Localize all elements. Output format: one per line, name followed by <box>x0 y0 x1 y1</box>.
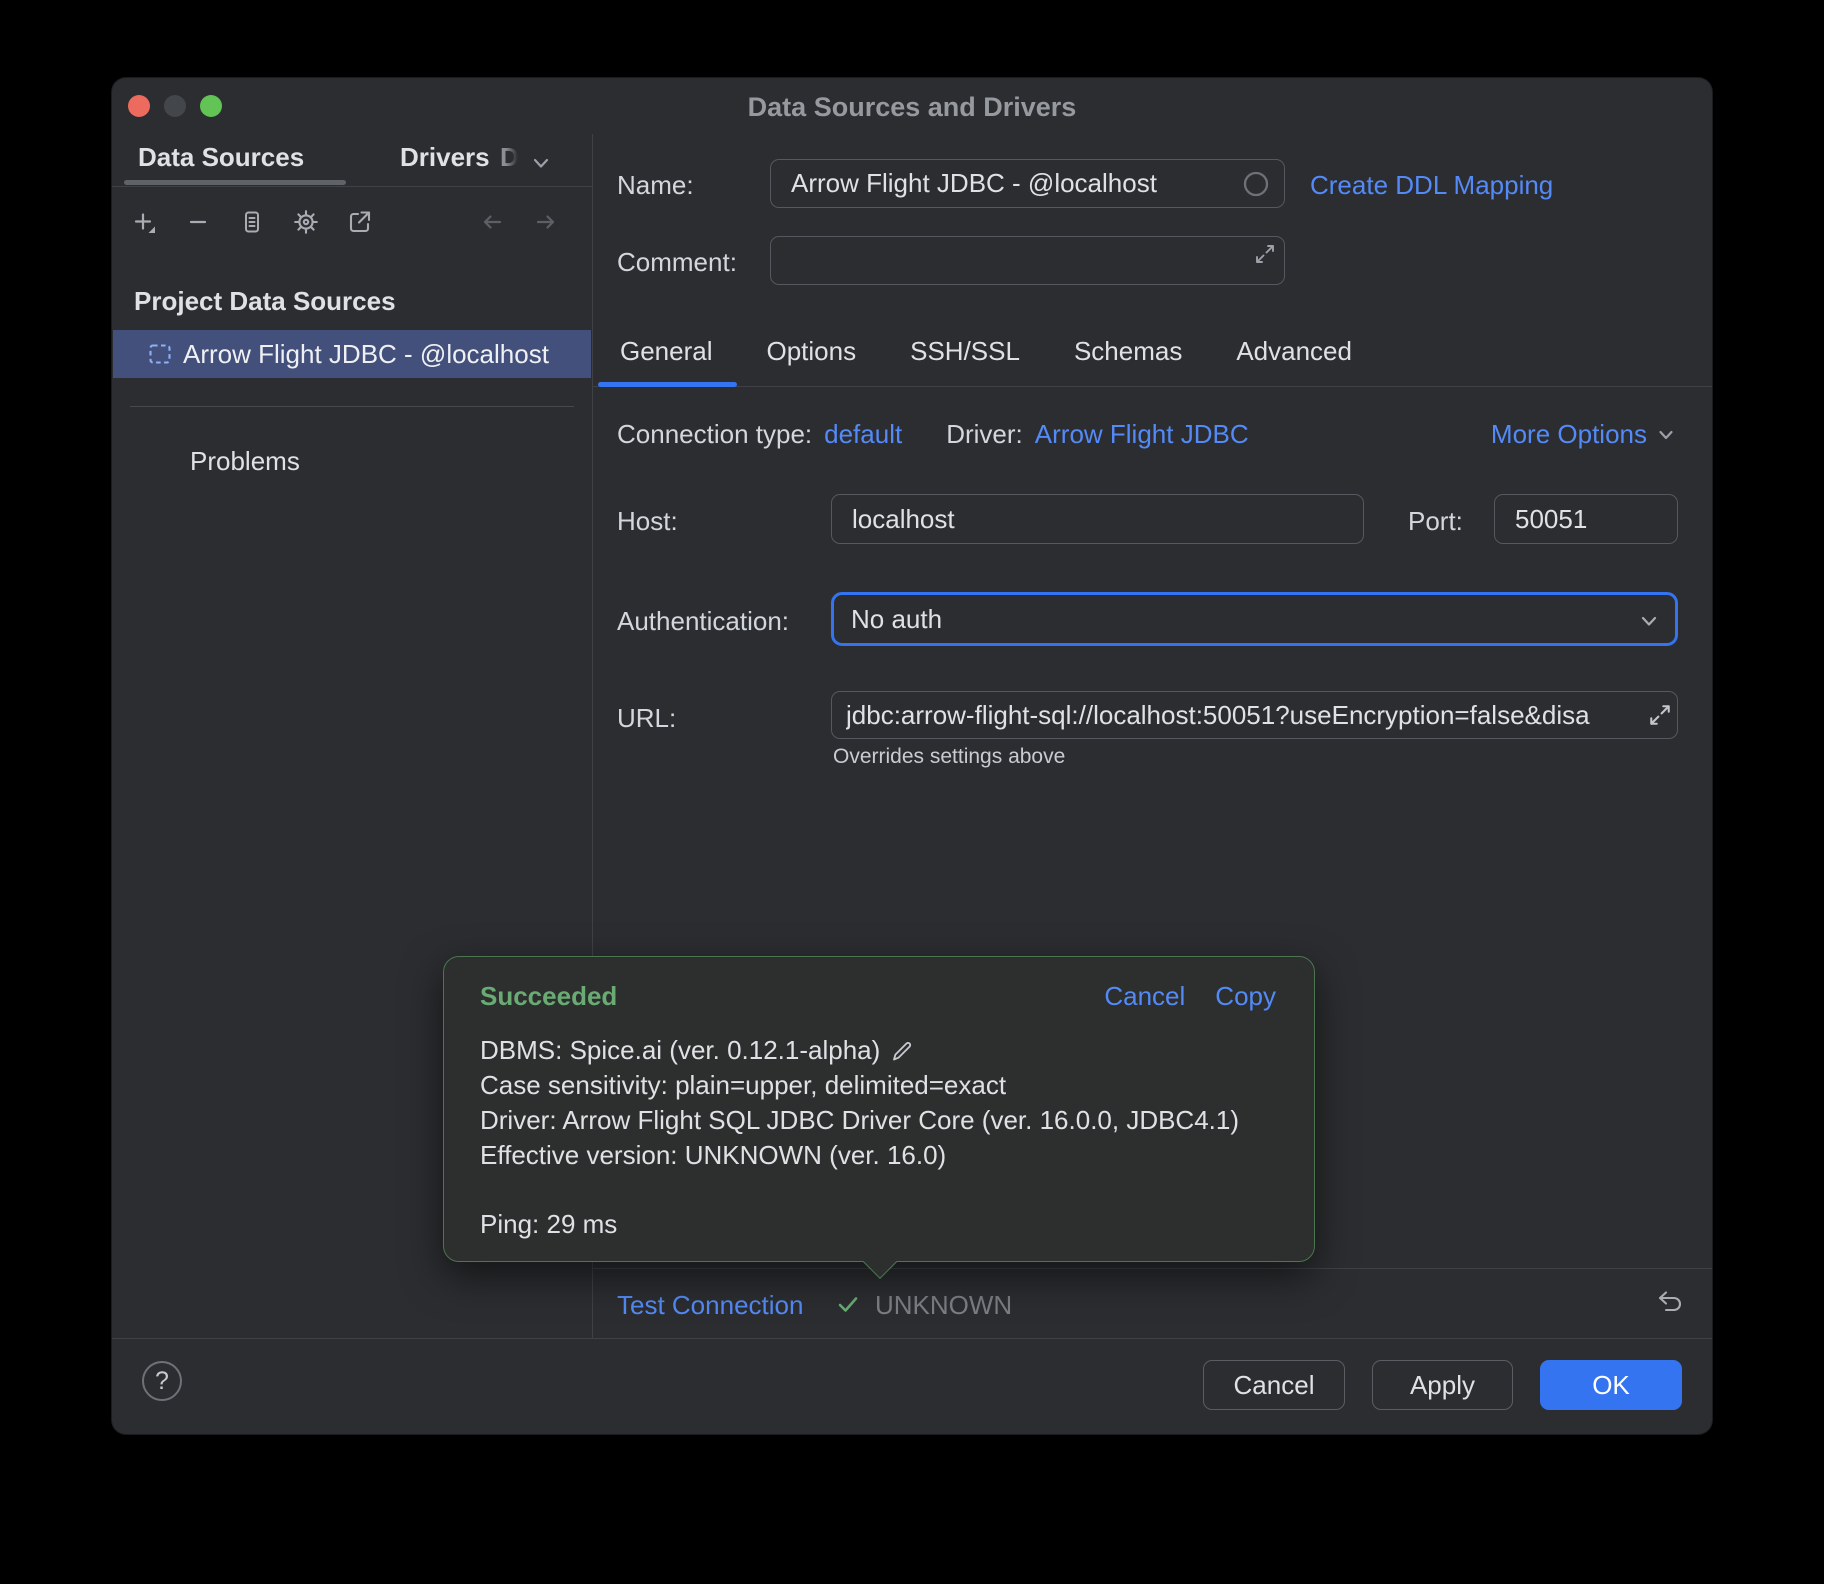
more-options-dropdown[interactable]: More Options <box>1491 419 1677 450</box>
forward-arrow-icon[interactable] <box>532 208 560 236</box>
url-input[interactable]: jdbc:arrow-flight-sql://localhost:50051?… <box>831 691 1678 739</box>
sidebar-tabrow-divider <box>112 186 592 187</box>
test-result-text: UNKNOWN <box>875 1290 1012 1321</box>
back-arrow-icon[interactable] <box>478 208 506 236</box>
settings-tabs: General Options SSH/SSL Schemas Advanced <box>620 336 1352 367</box>
data-sources-dialog: Data Sources and Drivers Data Sources Dr… <box>112 78 1712 1434</box>
connection-status-badge: Succeeded <box>480 981 617 1012</box>
data-source-icon <box>147 341 173 367</box>
revert-undo-icon[interactable] <box>1654 1286 1686 1318</box>
driver-label: Driver: <box>946 419 1023 450</box>
host-input-value: localhost <box>852 504 955 535</box>
project-data-sources-heading: Project Data Sources <box>134 286 396 317</box>
tab-advanced[interactable]: Advanced <box>1236 336 1352 367</box>
port-input[interactable]: 50051 <box>1494 494 1678 544</box>
port-input-value: 50051 <box>1515 504 1587 535</box>
popup-driver-line: Driver: Arrow Flight SQL JDBC Driver Cor… <box>480 1103 1239 1138</box>
sidebar-separator <box>130 406 574 407</box>
ok-button[interactable]: OK <box>1540 1360 1682 1410</box>
data-source-list-item-selected[interactable]: Arrow Flight JDBC - @localhost <box>113 330 591 378</box>
comment-label: Comment: <box>617 247 737 278</box>
active-tab-underline <box>598 382 737 387</box>
popup-cancel-link[interactable]: Cancel <box>1104 981 1185 1012</box>
authentication-select[interactable]: No auth <box>831 592 1678 646</box>
popup-ping-line: Ping: 29 ms <box>480 1207 1239 1242</box>
tabs-divider <box>593 386 1712 387</box>
tab-overflow-chevron-icon[interactable] <box>528 150 554 176</box>
url-input-value: jdbc:arrow-flight-sql://localhost:50051?… <box>846 700 1636 731</box>
url-label: URL: <box>617 703 676 734</box>
popup-effective-version-line: Effective version: UNKNOWN (ver. 16.0) <box>480 1138 1239 1173</box>
cancel-button[interactable]: Cancel <box>1203 1360 1345 1410</box>
connection-type-value-link[interactable]: default <box>824 419 902 450</box>
help-button[interactable]: ? <box>142 1361 182 1401</box>
duplicate-data-source-button[interactable] <box>238 208 266 236</box>
authentication-value: No auth <box>851 604 942 635</box>
test-connection-result-popup: Succeeded Cancel Copy DBMS: Spice.ai (ve… <box>443 956 1315 1262</box>
connection-type-label: Connection type: <box>617 419 812 450</box>
edit-pencil-icon[interactable] <box>890 1039 914 1063</box>
tab-options[interactable]: Options <box>767 336 857 367</box>
apply-button[interactable]: Apply <box>1372 1360 1513 1410</box>
test-row-divider <box>593 1268 1712 1269</box>
dialog-title: Data Sources and Drivers <box>112 92 1712 123</box>
sidebar-tab-ddl-truncated[interactable]: D <box>500 142 519 173</box>
chevron-down-icon <box>1655 424 1677 446</box>
connection-type-row: Connection type: default Driver: Arrow F… <box>617 419 1249 450</box>
export-data-source-icon[interactable] <box>346 208 374 236</box>
tab-general[interactable]: General <box>620 336 713 367</box>
sidebar-tab-underline <box>124 180 346 185</box>
name-label: Name: <box>617 170 694 201</box>
tab-schemas[interactable]: Schemas <box>1074 336 1182 367</box>
port-label: Port: <box>1408 506 1463 537</box>
name-input-value: Arrow Flight JDBC - @localhost <box>791 168 1157 199</box>
expand-comment-icon[interactable] <box>1254 243 1276 265</box>
sidebar-tab-drivers[interactable]: Drivers <box>400 142 490 173</box>
name-input[interactable]: Arrow Flight JDBC - @localhost <box>770 159 1285 208</box>
data-source-properties-gear-icon[interactable] <box>292 208 320 236</box>
expand-url-icon[interactable] <box>1648 703 1672 727</box>
driver-value-link[interactable]: Arrow Flight JDBC <box>1035 419 1249 450</box>
host-label: Host: <box>617 506 678 537</box>
url-hint-text: Overrides settings above <box>833 745 1065 769</box>
popup-callout-notch <box>863 1245 897 1279</box>
footer-divider <box>112 1338 1712 1339</box>
sidebar-tab-data-sources[interactable]: Data Sources <box>138 142 304 173</box>
success-check-icon <box>835 1291 861 1317</box>
host-input[interactable]: localhost <box>831 494 1364 544</box>
select-chevron-down-icon <box>1637 609 1661 633</box>
create-ddl-mapping-link[interactable]: Create DDL Mapping <box>1310 170 1553 201</box>
popup-dbms-line: DBMS: Spice.ai (ver. 0.12.1-alpha) <box>480 1033 880 1068</box>
comment-input[interactable] <box>770 236 1285 285</box>
popup-case-sensitivity-line: Case sensitivity: plain=upper, delimited… <box>480 1068 1239 1103</box>
sidebar-item-problems[interactable]: Problems <box>190 446 300 477</box>
authentication-label: Authentication: <box>617 606 789 637</box>
test-connection-link[interactable]: Test Connection <box>617 1290 803 1321</box>
add-data-source-button[interactable] <box>130 208 158 236</box>
more-options-label: More Options <box>1491 419 1647 450</box>
progress-circle-icon <box>1242 170 1270 198</box>
remove-data-source-button[interactable] <box>184 208 212 236</box>
tab-ssh-ssl[interactable]: SSH/SSL <box>910 336 1020 367</box>
popup-copy-link[interactable]: Copy <box>1215 981 1276 1012</box>
data-source-item-label: Arrow Flight JDBC - @localhost <box>183 339 549 370</box>
